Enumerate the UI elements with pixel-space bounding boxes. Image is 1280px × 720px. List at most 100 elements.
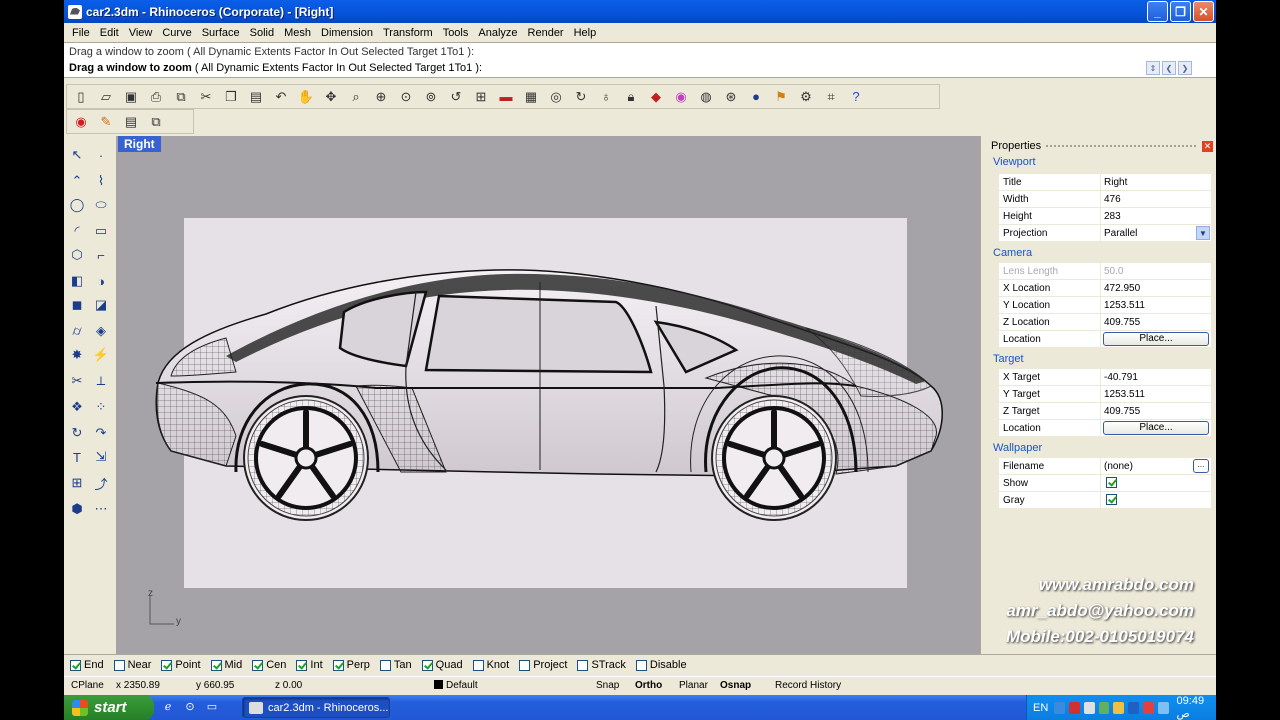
osnap-int[interactable]: Int [296,659,323,671]
color-wheel-icon[interactable]: ◉ [71,112,91,132]
material-icon[interactable]: ✎ [96,112,116,132]
checkbox[interactable] [252,659,264,671]
checkbox[interactable] [161,659,173,671]
zoom-window-icon[interactable]: ⊕ [371,87,391,107]
start-button[interactable]: start [64,695,154,720]
rotate-icon[interactable]: ↻ [571,87,591,107]
properties-header[interactable]: Properties ✕ [991,139,1213,153]
box-icon[interactable]: ◼ [66,294,88,316]
prop-value[interactable]: 1253.511 [1101,386,1211,402]
menu-help[interactable]: Help [569,27,602,39]
checkbox[interactable] [421,659,433,671]
section-camera[interactable]: Camera [993,247,1032,259]
checkbox[interactable] [296,659,308,671]
zoom-icon[interactable]: ⌕ [346,87,366,107]
scroll-updown-icon[interactable]: ⇕ [1146,61,1160,75]
section-viewport[interactable]: Viewport [993,156,1036,168]
record-history-toggle[interactable]: Record History [775,680,841,691]
osnap-perp[interactable]: Perp [332,659,370,671]
polyline-icon[interactable]: ⌃ [66,170,88,192]
checkbox[interactable] [113,659,125,671]
select-icon[interactable]: ↖ [66,144,88,166]
prop-value[interactable]: 472.950 [1101,280,1211,296]
current-layer[interactable]: Default [434,680,478,691]
menu-edit[interactable]: Edit [95,27,124,39]
prop-value[interactable]: Right [1101,174,1211,190]
zoom-selected-icon[interactable]: ⊚ [421,87,441,107]
dimension-icon[interactable]: ⇲ [90,446,112,468]
rotate-view-icon[interactable]: ✥ [321,87,341,107]
section-wallpaper[interactable]: Wallpaper [993,442,1042,454]
osnap-strack[interactable]: STrack [577,659,626,671]
fillet-icon[interactable]: ⌐ [90,244,112,266]
bluetooth-icon[interactable] [1128,701,1139,714]
ungroup-icon[interactable]: ⁘ [90,396,112,418]
osnap-tan[interactable]: Tan [379,659,412,671]
desktop-icon[interactable]: ▭ [204,699,220,715]
cylinder-icon[interactable]: ⌭ [66,320,88,342]
scroll-right-icon[interactable]: ❯ [1178,61,1192,75]
rotate-tool-icon[interactable]: ↻ [66,422,88,444]
menu-solid[interactable]: Solid [245,27,279,39]
four-viewports-icon[interactable]: ⊞ [471,87,491,107]
messenger-icon[interactable] [1098,701,1110,714]
volume-icon[interactable] [1083,701,1095,714]
open-icon[interactable]: ▱ [96,87,116,107]
menu-tools[interactable]: Tools [438,27,474,39]
arc-icon[interactable]: ◜ [66,220,88,242]
chevron-down-icon[interactable]: ▼ [1196,226,1210,240]
pan-icon[interactable]: ✋ [296,87,316,107]
command-prompt[interactable]: Drag a window to zoom ( All Dynamic Exte… [69,60,482,76]
point-icon[interactable]: · [90,144,112,166]
properties-close-icon[interactable]: ✕ [1202,140,1213,152]
clock[interactable]: 09:49 ص [1177,695,1216,720]
checkbox[interactable] [70,659,81,671]
target-place-button[interactable]: Place... [1103,421,1209,435]
mesh-sphere-icon[interactable]: ⊛ [721,87,741,107]
osnap-knot[interactable]: Knot [472,659,509,671]
osnap-quad[interactable]: Quad [421,659,463,671]
scale-icon[interactable]: ↷ [90,422,112,444]
prop-value[interactable]: 409.755 [1101,314,1211,330]
render-sphere-icon[interactable]: ● [746,87,766,107]
light-icon[interactable]: ♁ [596,87,616,107]
gear-icon[interactable]: ⚙ [796,87,816,107]
chat-icon[interactable] [1113,701,1125,714]
surface-edit-icon[interactable]: ◑ [90,270,112,292]
flag-icon[interactable]: ⚑ [771,87,791,107]
explode-icon[interactable]: ⚡ [90,344,112,366]
maximize-button[interactable]: ❐ [1170,1,1191,22]
antivirus-icon[interactable] [1069,701,1080,714]
text-icon[interactable]: T [66,446,88,468]
menu-file[interactable]: File [67,27,95,39]
undo-icon[interactable]: ↶ [271,87,291,107]
group-icon[interactable]: ❖ [66,396,88,418]
gray-checkbox[interactable] [1106,494,1117,505]
browser-icon[interactable]: ℯ [160,699,176,715]
ortho-toggle[interactable]: Ortho [635,680,662,691]
car-icon[interactable]: ▬ [496,87,516,107]
osnap-toggle[interactable]: Osnap [720,680,751,691]
planar-toggle[interactable]: Planar [679,680,708,691]
menu-render[interactable]: Render [523,27,569,39]
osnap-disable[interactable]: Disable [635,659,687,671]
osnap-mid[interactable]: Mid [210,659,242,671]
undo-view-icon[interactable]: ↺ [446,87,466,107]
scroll-left-icon[interactable]: ❮ [1162,61,1176,75]
osnap-project[interactable]: Project [519,659,567,671]
menu-curve[interactable]: Curve [157,27,196,39]
print-icon[interactable]: ⎙ [146,87,166,107]
search-icon[interactable] [1157,701,1169,714]
lock-icon[interactable]: 🔒︎ [621,87,641,107]
explorer-icon[interactable]: ⊙ [182,699,198,715]
shade-icon[interactable]: ◆ [646,87,666,107]
checkbox[interactable] [472,659,484,671]
snap-toggle[interactable]: Snap [596,680,619,691]
projection-select[interactable]: Parallel ▼ [1101,225,1211,241]
browse-button[interactable]: ... [1193,459,1209,473]
section-target[interactable]: Target [993,353,1024,365]
checkbox[interactable] [577,659,589,671]
command-options[interactable]: ( All Dynamic Extents Factor In Out Sele… [195,62,482,74]
menu-analyze[interactable]: Analyze [473,27,522,39]
paste-icon[interactable]: ▤ [246,87,266,107]
